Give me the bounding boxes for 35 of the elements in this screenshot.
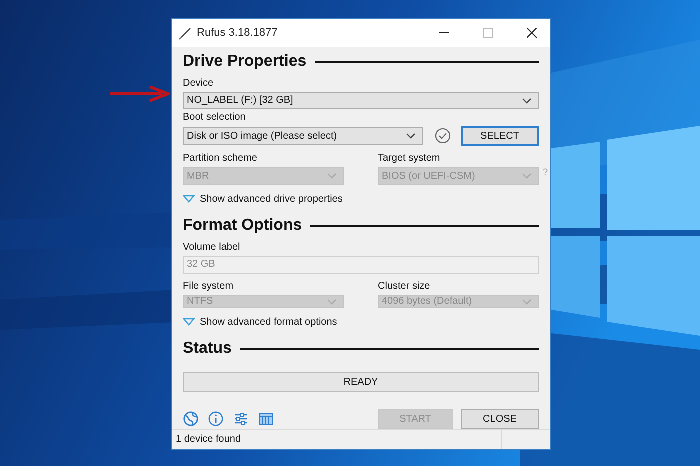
caret-icon	[522, 173, 532, 179]
field-label: Cluster size	[378, 280, 432, 293]
field-label: Device	[183, 77, 215, 90]
field-label: File system	[183, 280, 235, 293]
device-dropdown[interactable]: NO_LABEL (F:) [32 GB]	[183, 92, 539, 109]
close-icon[interactable]	[527, 28, 537, 38]
section-heading: Status	[183, 340, 232, 358]
expand-triangle-icon[interactable]	[183, 318, 195, 326]
window-title: Rufus 3.18.1877	[197, 27, 278, 39]
log-icon[interactable]	[258, 411, 274, 427]
caret-icon	[522, 298, 532, 304]
caret-icon	[406, 133, 416, 139]
field-label: Target system	[378, 152, 442, 165]
arrow-icon	[110, 86, 170, 102]
check-circle-icon[interactable]	[435, 128, 451, 144]
section-heading: Drive Properties	[183, 53, 307, 71]
boot-dropdown[interactable]: Disk or ISO image (Please select)	[183, 127, 423, 145]
info-icon[interactable]	[208, 411, 224, 427]
expand-triangle-icon[interactable]	[183, 195, 195, 203]
select-button[interactable]: SELECT	[461, 126, 539, 146]
maximize-icon[interactable]	[483, 28, 493, 38]
caret-icon	[327, 298, 337, 304]
caret-icon	[522, 98, 532, 104]
caret-icon	[327, 173, 337, 179]
field-label: Boot selection	[183, 111, 247, 124]
status-text: READY	[344, 376, 378, 388]
section-heading: Format Options	[183, 217, 302, 235]
field-label: Partition scheme	[183, 152, 258, 165]
status-bar-text: 1 device found	[176, 434, 242, 445]
field-label: Volume label	[183, 241, 242, 254]
globe-icon[interactable]	[183, 411, 199, 427]
action-button[interactable]: CLOSE	[461, 409, 539, 429]
advanced-drive-toggle[interactable]: Show advanced drive properties	[200, 194, 343, 204]
settings-icon[interactable]	[233, 411, 249, 427]
advanced-format-toggle[interactable]: Show advanced format options	[200, 316, 338, 328]
